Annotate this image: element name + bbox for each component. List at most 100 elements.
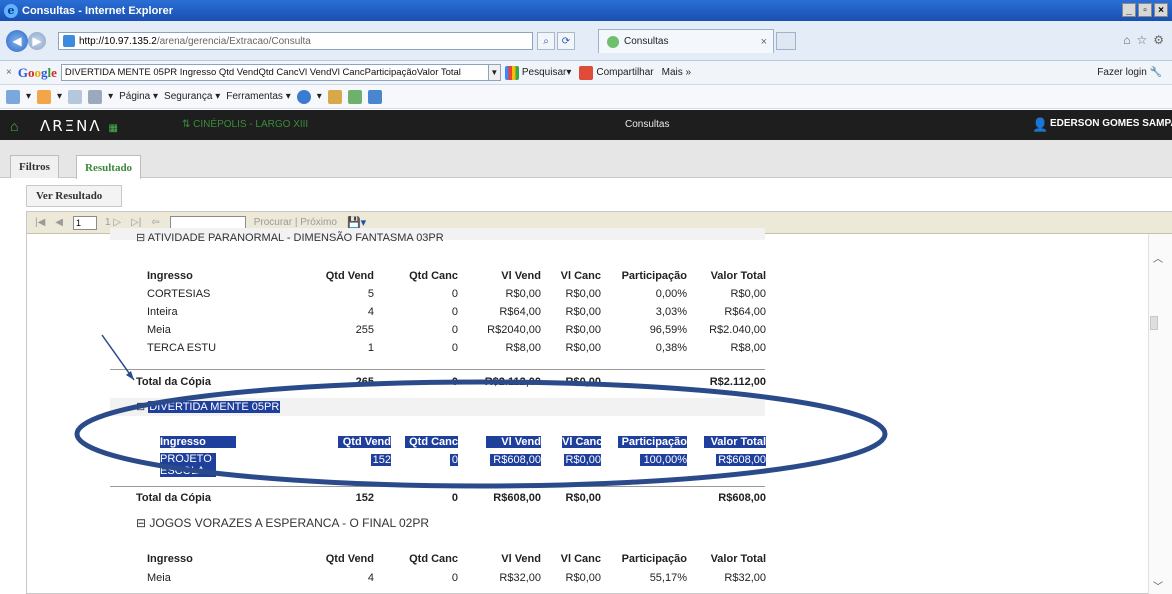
cell-vl-vend: R$0,00	[505, 288, 541, 300]
wrench-icon: 🔧	[1149, 67, 1162, 78]
first-page-icon[interactable]: |◀	[35, 217, 45, 228]
total-qtd-vend: 265	[355, 376, 374, 388]
page-icon	[63, 35, 75, 47]
cell-vl-vend: R$8,00	[505, 342, 541, 354]
url-input[interactable]: http://10.97.135.2/arena/gerencia/Extrac…	[58, 32, 533, 50]
print-icon[interactable]	[88, 89, 103, 104]
url-actions: ⌕ ⟳	[537, 32, 575, 50]
browser-right-icons: ⌂ ☆ ⚙	[1123, 33, 1164, 47]
app-page-title: Consultas	[625, 119, 670, 130]
settings-gear-icon[interactable]: ⚙	[1153, 33, 1164, 47]
menu-ferramentas[interactable]: Ferramentas ▾	[226, 91, 291, 102]
col-header-valor-total: Valor Total	[704, 436, 766, 448]
login-link[interactable]: Fazer login 🔧	[1097, 67, 1162, 78]
cell-qtd-vend: 152	[371, 454, 391, 466]
research-icon[interactable]	[327, 89, 342, 104]
cell-valor-total: R$608,00	[716, 454, 766, 466]
col-header-valor-total: Valor Total	[710, 553, 766, 565]
menu-seguranca-label: Segurança	[164, 91, 213, 102]
addon-icon[interactable]	[347, 89, 362, 104]
search-dropdown-icon[interactable]: ⌕	[537, 32, 555, 50]
vertical-scrollbar[interactable]	[1148, 234, 1172, 594]
home-page-icon[interactable]	[6, 89, 20, 104]
home-icon[interactable]: ⌂	[1123, 33, 1130, 47]
browser-tab[interactable]: Consultas ×	[598, 29, 774, 53]
col-header-qtd-vend: Qtd Vend	[338, 436, 391, 448]
new-tab-button[interactable]	[776, 32, 796, 50]
help-icon[interactable]	[296, 89, 311, 104]
google-logo: Google	[17, 64, 57, 80]
cell-vl-vend: R$64,00	[499, 306, 541, 318]
url-path: /arena/gerencia/Extracao/Consulta	[156, 35, 311, 47]
cell-participacao: 0,00%	[655, 288, 687, 300]
toolbar-close-icon[interactable]: ×	[6, 67, 12, 78]
feeds-icon[interactable]	[37, 89, 52, 104]
col-header-vl-canc: Vl Canc	[560, 270, 601, 282]
col-header-participacao: Participação	[621, 553, 687, 565]
addon-icon-2[interactable]	[367, 89, 382, 104]
mais-label: Mais »	[661, 67, 692, 78]
group-title: ⊟ DIVERTIDA MENTE 05PR	[136, 401, 281, 413]
google-toolbar: × Google DIVERTIDA MENTE 05PR Ingresso Q…	[0, 61, 1172, 85]
cell-valor-total: R$2.040,00	[709, 324, 766, 336]
total-vl-canc: R$0,00	[565, 376, 601, 388]
scroll-up-icon[interactable]: ︿	[1153, 250, 1163, 265]
cell-vl-vend: R$32,00	[499, 572, 541, 584]
page-number-input[interactable]	[73, 215, 97, 230]
address-bar: ◀ ▶ http://10.97.135.2/arena/gerencia/Ex…	[0, 21, 1172, 61]
cell-valor-total: R$8,00	[730, 342, 766, 354]
cell-ingresso: Meia	[147, 324, 171, 336]
close-window-button[interactable]: ×	[1154, 3, 1168, 17]
window-titlebar: e Consultas - Internet Explorer _ ▫ ×	[0, 0, 1172, 21]
mail-icon[interactable]	[68, 89, 83, 104]
pesquisar-button[interactable]: Pesquisar ▾	[504, 65, 571, 80]
tab-filtros[interactable]: Filtros	[10, 155, 59, 178]
user-name[interactable]: EDERSON GOMES SAMPAI	[1050, 118, 1172, 129]
minimize-button[interactable]: _	[1122, 3, 1136, 17]
group-title-text: ATIVIDADE PARANORMAL - DIMENSÃO FANTASMA…	[147, 232, 444, 242]
col-header-qtd-vend: Qtd Vend	[325, 553, 374, 565]
app-tabs: Filtros Resultado	[0, 140, 1172, 179]
back-nav-icon[interactable]: ⇦	[151, 217, 159, 228]
menu-seguranca[interactable]: Segurança ▾	[164, 91, 220, 102]
col-header-vl-canc: Vl Canc	[562, 436, 603, 448]
tab-close-icon[interactable]: ×	[761, 36, 767, 48]
cinema-location[interactable]: ⇅ CINÉPOLIS - LARGO XIII	[182, 119, 308, 130]
forward-button[interactable]: ▶	[28, 32, 46, 50]
total-qtd-vend: 152	[355, 492, 374, 504]
find-label: Procurar	[253, 217, 293, 228]
favorites-icon[interactable]: ☆	[1136, 33, 1147, 47]
find-link[interactable]: Procurar | Próximo	[254, 217, 337, 228]
cell-vl-canc: R$0,00	[565, 306, 601, 318]
cell-qtd-vend: 1	[367, 342, 374, 354]
total-label: Total da Cópia	[136, 376, 211, 388]
cell-participacao: 55,17%	[649, 572, 687, 584]
chevron-down-icon[interactable]: ▼	[488, 64, 501, 81]
cell-ingresso: Meia	[147, 572, 171, 584]
col-header-vl-vend: Vl Vend	[501, 270, 541, 282]
total-qtd-canc: 0	[451, 492, 458, 504]
scroll-down-icon[interactable]: ﹀	[1153, 578, 1163, 593]
back-button[interactable]: ◀	[6, 30, 28, 52]
app-logo-text: ΛRΞNΛ	[40, 117, 102, 135]
prev-page-icon[interactable]: ◀	[55, 217, 63, 228]
login-label: Fazer login	[1097, 67, 1147, 78]
find-separator: |	[294, 217, 298, 228]
cell-qtd-canc: 0	[450, 454, 458, 466]
scroll-thumb[interactable]	[1150, 316, 1158, 330]
last-page-icon[interactable]: ▷|	[131, 217, 141, 228]
cell-qtd-vend: 4	[367, 572, 374, 584]
cell-ingresso: CORTESIAS	[147, 288, 211, 300]
ver-resultado-tab[interactable]: Ver Resultado	[26, 185, 122, 207]
menu-pagina[interactable]: Página ▾	[119, 91, 158, 102]
menu-ferramentas-label: Ferramentas	[226, 91, 283, 102]
google-search-input[interactable]: DIVERTIDA MENTE 05PR Ingresso Qtd VendQt…	[60, 64, 489, 81]
total-valor-total: R$2.112,00	[709, 376, 766, 388]
mais-button[interactable]: Mais »	[662, 67, 691, 78]
tab-resultado[interactable]: Resultado	[76, 155, 142, 179]
col-header-vl-vend: Vl Vend	[486, 436, 541, 448]
maximize-button[interactable]: ▫	[1138, 3, 1152, 17]
compartilhar-button[interactable]: Compartilhar	[579, 65, 654, 80]
refresh-icon[interactable]: ⟳	[557, 32, 575, 50]
app-home-icon[interactable]: ⌂	[10, 118, 18, 134]
